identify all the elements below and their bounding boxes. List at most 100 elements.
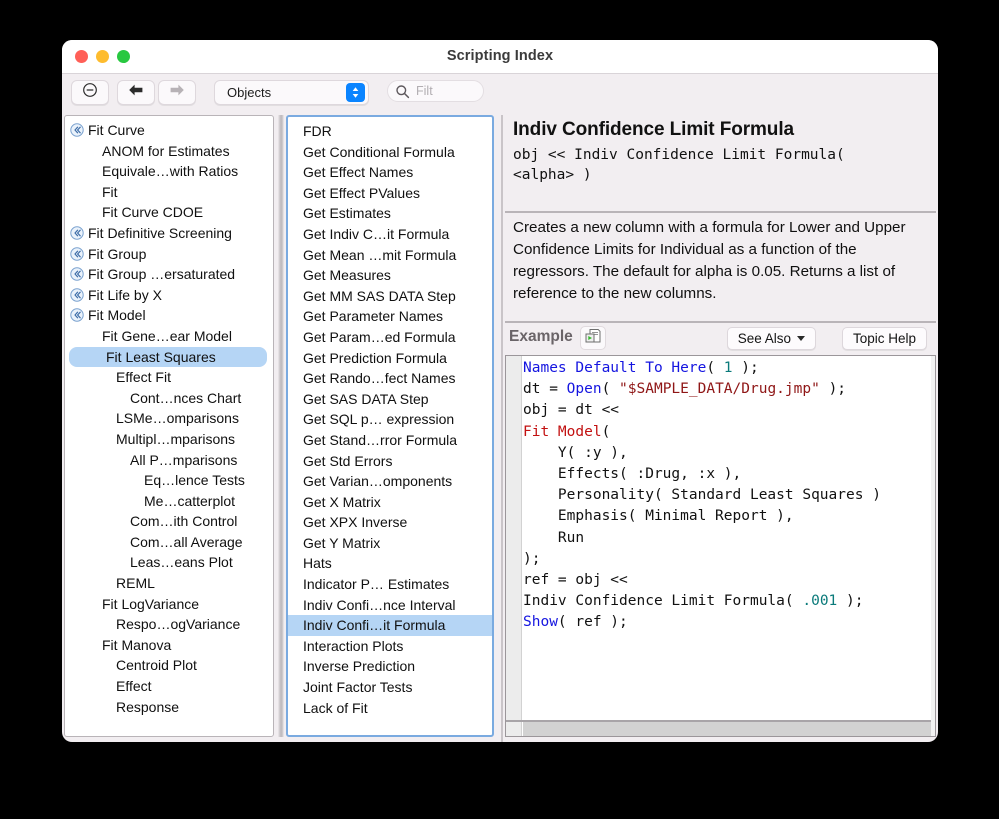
tree-item[interactable]: Response [65,697,273,718]
tree-item[interactable]: Effect [65,676,273,697]
list-item-label: Get Conditional Formula [303,144,455,160]
tree-item[interactable]: Com…all Average [65,532,273,553]
tree-item[interactable]: Me…catterplot [65,491,273,512]
tree-item[interactable]: LSMe…omparisons [65,408,273,429]
list-item[interactable]: Get Stand…rror Formula [288,430,492,451]
topic-help-label: Topic Help [853,331,916,346]
detail-title: Indiv Confidence Limit Formula [513,119,928,141]
tree-item[interactable]: Fit LogVariance [65,594,273,615]
disclosure-collapse-icon[interactable] [70,225,84,239]
list-item[interactable]: Joint Factor Tests [288,677,492,698]
list-item[interactable]: Hats [288,553,492,574]
list-item[interactable]: Get Parameter Names [288,306,492,327]
detail-header: Indiv Confidence Limit Formula obj << In… [505,115,936,211]
message-list: FDR Get Conditional Formula Get Effect Nam… [288,117,492,718]
tree-item[interactable]: Cont…nces Chart [65,388,273,409]
search-input[interactable]: Filt [387,80,484,102]
list-item[interactable]: Get MM SAS DATA Step [288,286,492,307]
list-item[interactable]: Get Rando…fect Names [288,368,492,389]
run-script-button[interactable] [580,326,606,350]
list-item-label: Get Param…ed Formula [303,329,456,345]
see-also-button[interactable]: See Also [727,327,816,350]
code-line: Show( ref ); [523,612,929,633]
disclosure-collapse-icon[interactable] [70,246,84,260]
tree-item[interactable]: Fit Gene…ear Model [65,326,273,347]
tree-item[interactable]: Effect Fit [65,367,273,388]
topic-help-button[interactable]: Topic Help [842,327,927,350]
list-item[interactable]: Get Prediction Formula [288,348,492,369]
list-item-label: Hats [303,555,332,571]
tree-item[interactable]: Com…ith Control [65,511,273,532]
list-item[interactable]: Get Y Matrix [288,533,492,554]
tree-item[interactable]: Fit Model [65,305,273,326]
list-item[interactable]: Get Measures [288,265,492,286]
tree-item[interactable]: Fit Life by X [65,285,273,306]
tree-item[interactable]: All P…mparisons [65,450,273,471]
disclosure-collapse-icon[interactable] [70,266,84,280]
code-line: Emphasis( Minimal Report ), [523,506,929,527]
collapse-all-button[interactable] [71,80,109,105]
message-list-panel[interactable]: FDR Get Conditional Formula Get Effect Nam… [286,115,494,737]
tree-item-label: Centroid Plot [116,655,197,676]
list-item[interactable]: Get Param…ed Formula [288,327,492,348]
list-item-label: Get Varian…omponents [303,473,452,489]
tree-item-label: Fit LogVariance [102,594,199,615]
tree-item[interactable]: Fit Manova [65,635,273,656]
list-item[interactable]: Get Effect PValues [288,183,492,204]
tree-item[interactable]: Fit Group [65,244,273,265]
back-button[interactable] [117,80,155,105]
list-item[interactable]: Indiv Confi…nce Interval [288,595,492,616]
disclosure-collapse-icon[interactable] [70,307,84,321]
arrow-right-icon [168,83,186,102]
list-item[interactable]: FDR [288,121,492,142]
list-item[interactable]: Get X Matrix [288,492,492,513]
list-item[interactable]: Get Conditional Formula [288,142,492,163]
code-scrollbar[interactable] [931,356,935,736]
code-line: Names Default To Here( 1 ); [523,358,929,379]
list-item[interactable]: Get Varian…omponents [288,471,492,492]
tree-item-label: Eq…lence Tests [144,470,245,491]
list-item-label: Get Prediction Formula [303,350,447,366]
list-item[interactable]: Get SQL p… expression [288,409,492,430]
code-line: dt = Open( "$SAMPLE_DATA/Drug.jmp" ); [523,379,929,400]
list-item[interactable]: Inverse Prediction [288,656,492,677]
category-popup-menu[interactable]: Objects [214,80,369,105]
list-item[interactable]: Indiv Confi…it Formula [288,615,492,636]
tree-item[interactable]: Eq…lence Tests [65,470,273,491]
see-also-label: See Also [738,331,791,346]
list-item[interactable]: Get Mean …mit Formula [288,245,492,266]
tree-item[interactable]: Equivale…with Ratios [65,161,273,182]
tree-item[interactable]: Fit Curve [65,120,273,141]
list-item[interactable]: Get Std Errors [288,451,492,472]
list-item[interactable]: Lack of Fit [288,698,492,719]
list-item[interactable]: Get Effect Names [288,162,492,183]
detail-description: Creates a new column with a formula for … [505,213,936,321]
object-tree-panel[interactable]: Fit CurveANOM for EstimatesEquivale…with… [64,115,274,737]
list-item[interactable]: Interaction Plots [288,636,492,657]
tree-item-label: All P…mparisons [130,450,237,471]
list-item[interactable]: Get Estimates [288,203,492,224]
tree-item[interactable]: Fit Curve CDOE [65,202,273,223]
tree-item[interactable]: Fit [65,182,273,203]
tree-item[interactable]: Fit Least Squares [69,347,267,368]
tree-item[interactable]: ANOM for Estimates [65,141,273,162]
tree-item[interactable]: Multipl…mparisons [65,429,273,450]
tree-item[interactable]: REML [65,573,273,594]
disclosure-collapse-icon[interactable] [70,122,84,136]
tree-item[interactable]: Fit Definitive Screening [65,223,273,244]
tree-item[interactable]: Fit Group …ersaturated [65,264,273,285]
list-item-label: Get XPX Inverse [303,514,407,530]
example-code-area[interactable]: Names Default To Here( 1 );dt = Open( "$… [505,355,936,737]
pane-splitter[interactable] [278,115,284,737]
tree-item[interactable]: Respo…ogVariance [65,614,273,635]
tree-item-label: Fit Manova [102,635,171,656]
tree-item[interactable]: Leas…eans Plot [65,552,273,573]
list-item[interactable]: Get XPX Inverse [288,512,492,533]
tree-item[interactable]: Centroid Plot [65,655,273,676]
list-item[interactable]: Get SAS DATA Step [288,389,492,410]
disclosure-collapse-icon[interactable] [70,287,84,301]
list-item[interactable]: Get Indiv C…it Formula [288,224,492,245]
code-token: ref = obj << [523,572,628,588]
list-item[interactable]: Indicator P… Estimates [288,574,492,595]
forward-button[interactable] [158,80,196,105]
